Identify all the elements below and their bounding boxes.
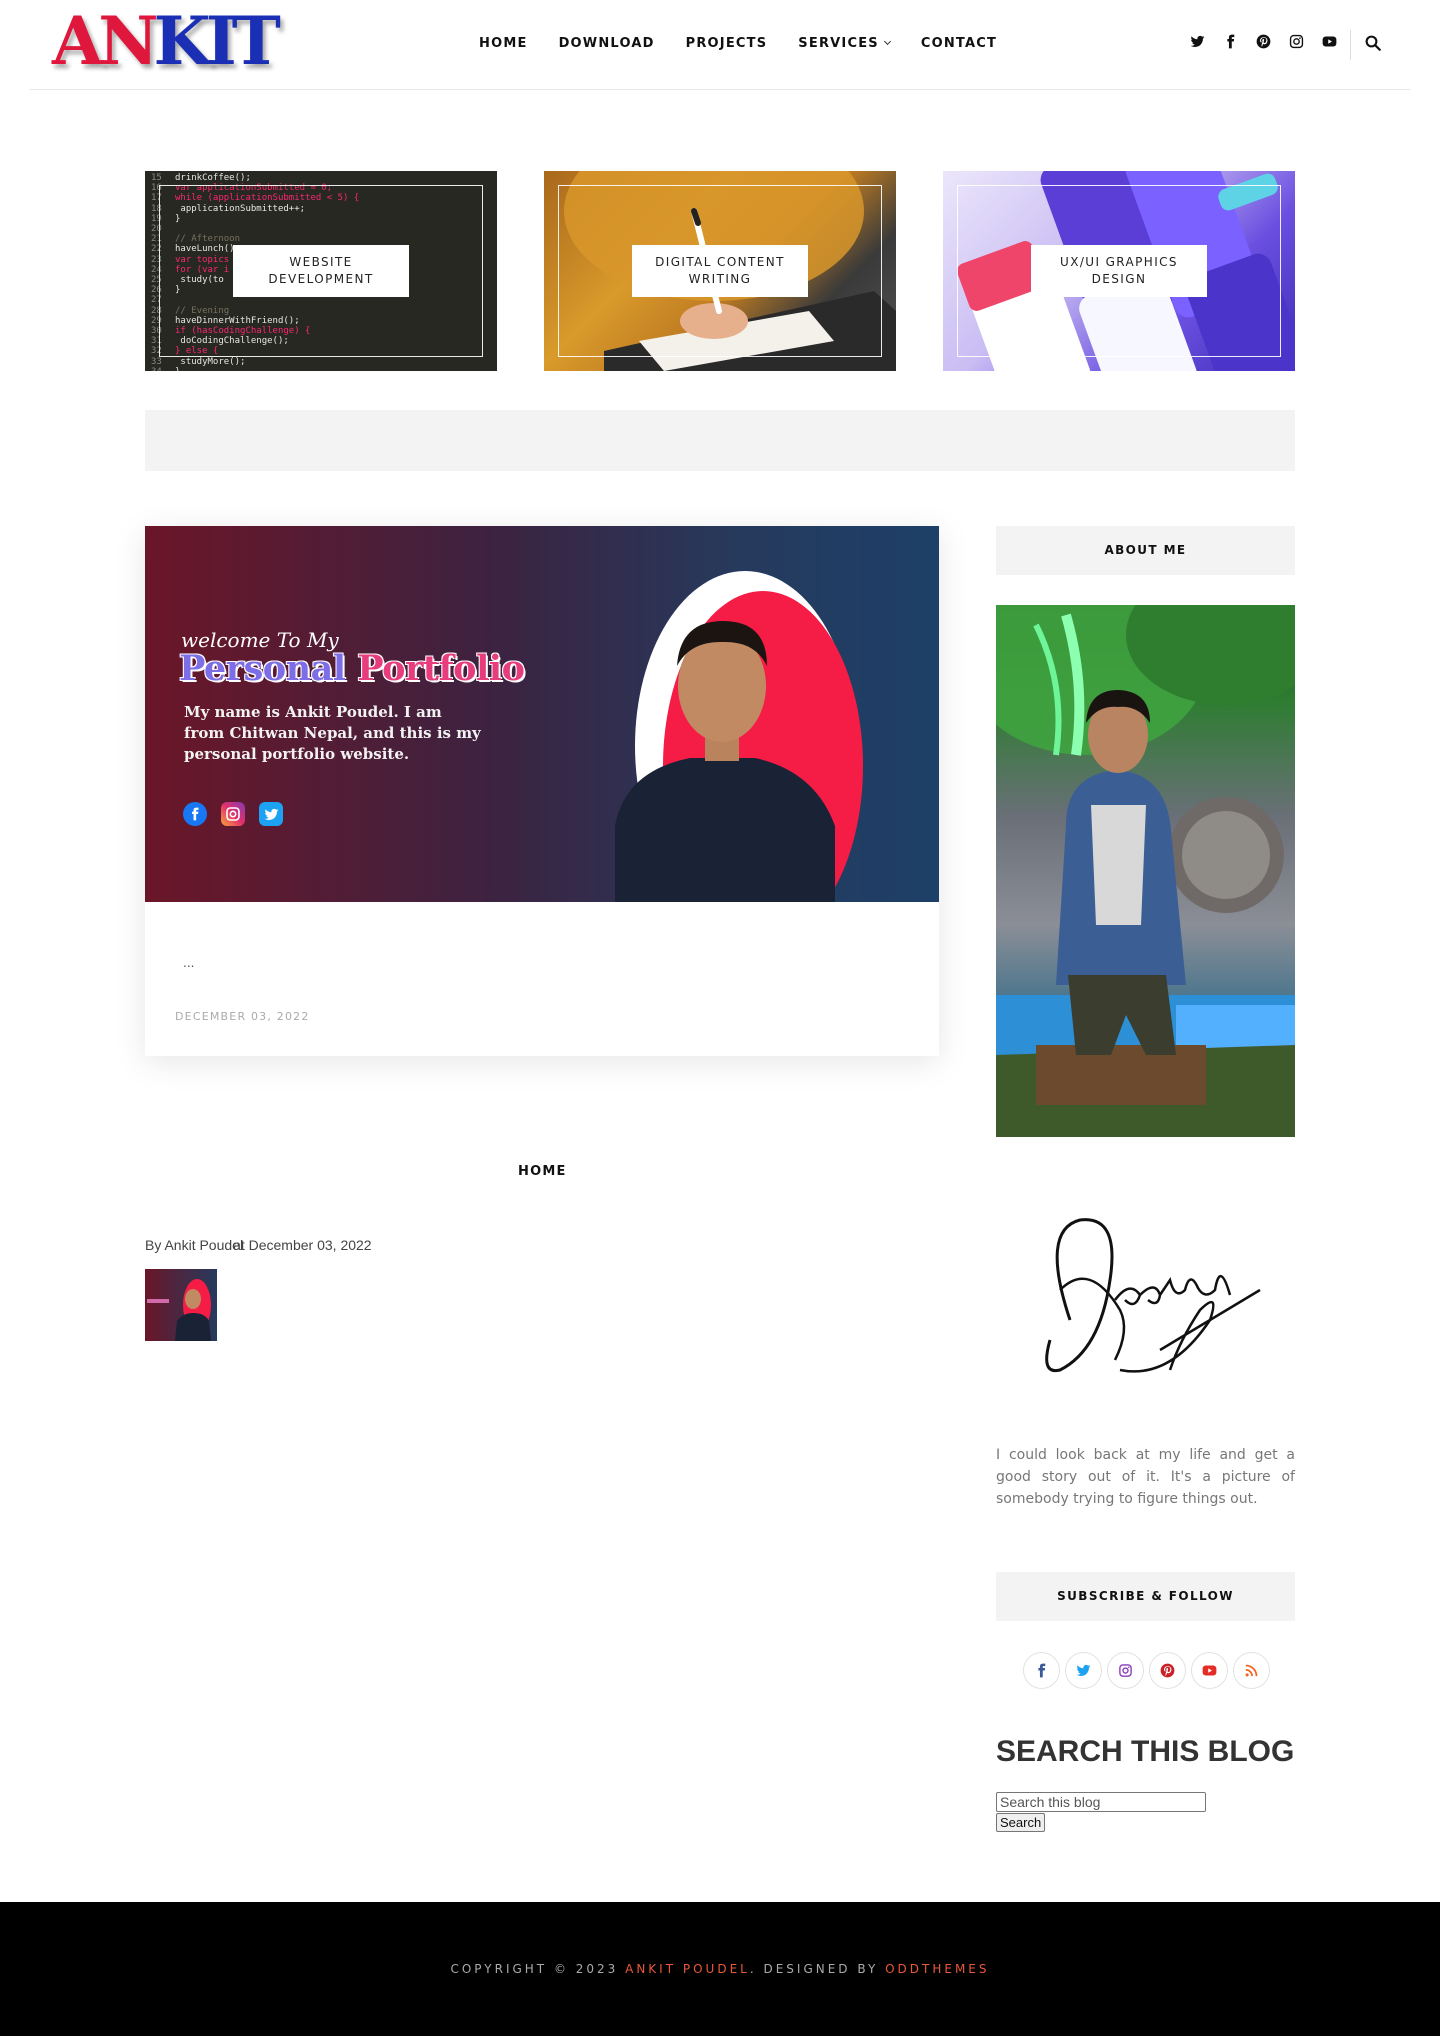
feature-ux-ui-graphics-design[interactable]: UX/UI GRAPHICS DESIGN (943, 171, 1295, 371)
pinterest-icon[interactable] (1254, 32, 1273, 51)
footer-middle: . DESIGNED BY (749, 1962, 886, 1976)
banner-title-part2: Portfolio (357, 648, 525, 689)
code-line-text: drinkCoffee(); (175, 173, 251, 183)
twitter-icon[interactable] (1188, 32, 1207, 51)
code-line-number: 15 (151, 173, 162, 183)
feature-label-line1: DIGITAL CONTENT (655, 255, 785, 269)
banner-title-part1: Personal (179, 648, 358, 689)
about-me-text: I could look back at my life and get a g… (996, 1447, 1295, 1507)
feature-label-line1: UX/UI GRAPHICS (1060, 255, 1178, 269)
footer-prefix: COPYRIGHT © 2023 (450, 1962, 626, 1976)
code-line-text: } (175, 367, 180, 371)
feature-label-line1: WEBSITE (289, 255, 353, 269)
post-date: DECEMBER 03, 2022 (175, 1010, 310, 1023)
instagram-icon (221, 802, 245, 826)
twitter-icon[interactable] (1065, 1652, 1102, 1689)
nav-projects[interactable]: PROJECTS (686, 36, 768, 51)
feature-label: UX/UI GRAPHICS DESIGN (1031, 245, 1207, 297)
feature-label-line2: WRITING (688, 272, 752, 286)
follow-icons (1023, 1652, 1270, 1689)
about-me-heading: ABOUT ME (996, 526, 1295, 575)
nav-contact[interactable]: CONTACT (921, 36, 997, 51)
banner-title: Personal Portfolio (179, 648, 525, 689)
search-blog-heading: SEARCH THIS BLOG (996, 1735, 1295, 1768)
header-social-links (1188, 32, 1339, 51)
feature-label-line2: DESIGN (1091, 272, 1147, 286)
code-line: 34} (151, 367, 180, 371)
footer-copyright: COPYRIGHT © 2023 ANKIT POUDEL. DESIGNED … (0, 1902, 1440, 2036)
footer-designer-link[interactable]: ODDTHEMES (885, 1962, 989, 1976)
search-input[interactable] (996, 1792, 1206, 1812)
code-line: 33 studyMore(); (151, 357, 245, 367)
post-thumbnail[interactable] (145, 1269, 217, 1341)
nav-services[interactable]: SERVICES (798, 36, 891, 51)
ad-placeholder-bar (145, 410, 1295, 471)
facebook-icon[interactable] (1221, 32, 1240, 51)
header-divider (1350, 30, 1351, 60)
signature-image (1045, 1218, 1261, 1373)
byline-author[interactable]: By Ankit Poudel (145, 1237, 243, 1253)
post-banner-image[interactable]: welcome To My Personal Portfolio My name… (145, 526, 939, 902)
footer-author-link[interactable]: ANKIT POUDEL (625, 1962, 750, 1976)
youtube-icon[interactable] (1320, 32, 1339, 51)
banner-social-icons (183, 802, 283, 826)
nav-download[interactable]: DOWNLOAD (559, 36, 655, 51)
site-header: ANKIT HOME DOWNLOAD PROJECTS SERVICES CO… (30, 0, 1410, 90)
about-me-photo (996, 605, 1295, 1137)
post-byline: By Ankit Poudelat December 03, 2022 (145, 1237, 372, 1253)
thumbnail-figure (147, 1279, 211, 1341)
feature-website-development[interactable]: 15 drinkCoffee(); 16 var applicationSubmitt… (145, 171, 497, 371)
home-link[interactable]: HOME (518, 1164, 567, 1179)
banner-description: My name is Ankit Poudel. I am from Chitw… (184, 703, 481, 763)
post-excerpt: ... (183, 956, 195, 970)
facebook-icon (183, 802, 207, 826)
site-logo[interactable]: ANKIT (52, 8, 281, 74)
post-card: welcome To My Personal Portfolio My name… (145, 526, 939, 1056)
subscribe-follow-heading: SUBSCRIBE & FOLLOW (996, 1572, 1295, 1621)
site-footer: COPYRIGHT © 2023 ANKIT POUDEL. DESIGNED … (0, 1902, 1440, 2036)
youtube-icon[interactable] (1191, 1652, 1228, 1689)
chevron-down-icon (883, 37, 891, 46)
main-nav: HOME DOWNLOAD PROJECTS SERVICES CONTACT (479, 36, 997, 51)
logo-part-blue: KIT (153, 2, 281, 80)
rss-icon[interactable] (1233, 1652, 1270, 1689)
logo-part-red: AN (52, 2, 159, 80)
instagram-icon[interactable] (1287, 32, 1306, 51)
nav-home[interactable]: HOME (479, 36, 528, 51)
about-photo-figure (996, 605, 1295, 1137)
search-button[interactable]: Search (996, 1813, 1046, 1832)
search-icon[interactable] (1364, 34, 1382, 52)
feature-label: WEBSITE DEVELOPMENT (233, 245, 409, 297)
feature-digital-content-writing[interactable]: DIGITAL CONTENT WRITING (544, 171, 896, 371)
byline-date: at December 03, 2022 (233, 1237, 372, 1253)
nav-services-label: SERVICES (798, 36, 879, 51)
code-line: 15 drinkCoffee(); (151, 173, 251, 183)
instagram-icon[interactable] (1107, 1652, 1144, 1689)
feature-label-line2: DEVELOPMENT (268, 272, 374, 286)
twitter-icon (259, 802, 283, 826)
code-line-text: studyMore(); (175, 356, 246, 367)
feature-label: DIGITAL CONTENT WRITING (632, 245, 808, 297)
facebook-icon[interactable] (1023, 1652, 1060, 1689)
code-line-number: 33 (151, 356, 162, 367)
code-line-number: 34 (151, 367, 175, 371)
pinterest-icon[interactable] (1149, 1652, 1186, 1689)
